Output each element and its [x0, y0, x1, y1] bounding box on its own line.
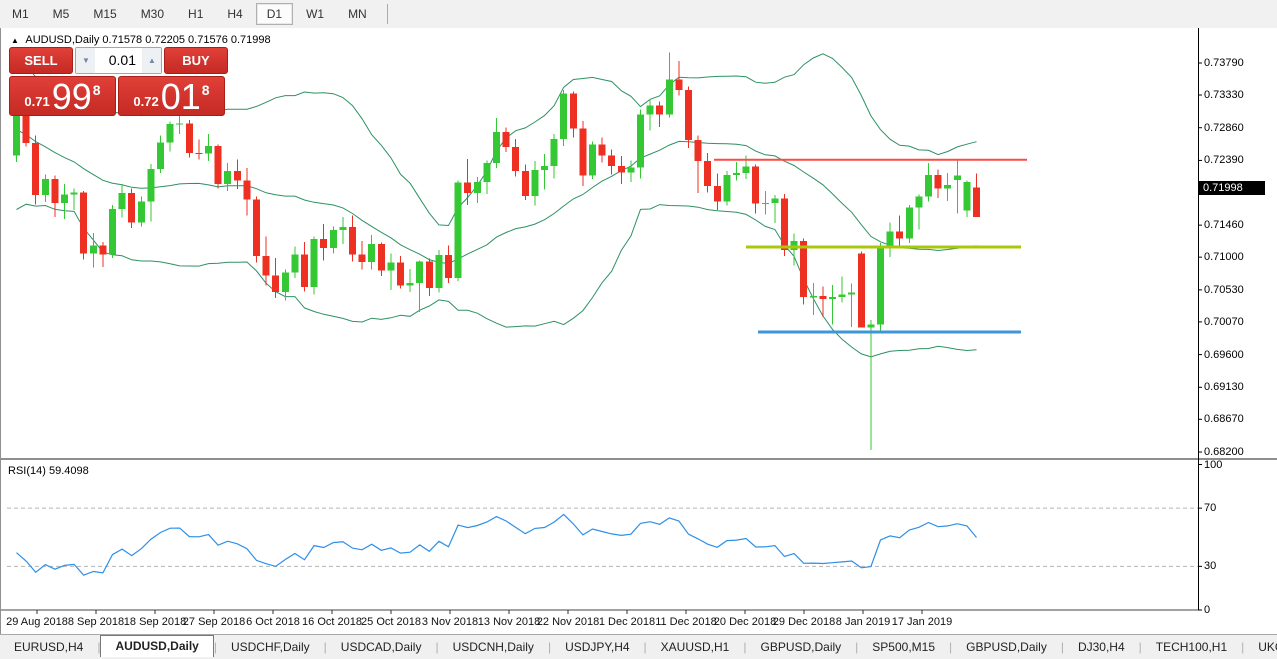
- date-axis-tick: 13 Nov 2018: [477, 616, 541, 628]
- date-axis-tick: 3 Nov 2018: [421, 616, 479, 628]
- date-axis-tick: 22 Nov 2018: [536, 616, 600, 628]
- price-axis-tick: 0.71000: [1204, 251, 1244, 264]
- date-axis-tick: 25 Oct 2018: [361, 616, 421, 628]
- toolbar-separator: [386, 4, 388, 24]
- rsi-axis-tick: 30: [1204, 560, 1217, 573]
- chart-tab-eurusd-h4[interactable]: EURUSD,H4: [0, 637, 97, 657]
- rsi-line: [16, 513, 977, 576]
- ask-price-prefix: 0.72: [133, 94, 159, 109]
- price-chart[interactable]: [1, 28, 1277, 634]
- timeframe-toolbar: M1 M5 M15 M30 H1 H4 D1 W1 MN: [0, 0, 1277, 29]
- lot-size-value[interactable]: 0.01: [95, 48, 142, 73]
- price-axis-tick: 0.73330: [1204, 89, 1244, 101]
- chart-tab-gbpusd-daily[interactable]: GBPUSD,Daily: [952, 637, 1061, 657]
- lot-decrease-button[interactable]: ▼: [76, 48, 95, 73]
- chart-tab-bar: EURUSD,H4 | AUDUSD,Daily | USDCHF,Daily | USDC…: [0, 634, 1277, 658]
- date-axis-tick: 18 Sep 2018: [123, 616, 187, 628]
- ask-price-pipette: 8: [201, 82, 210, 98]
- collapse-triangle-icon[interactable]: ▲: [11, 36, 19, 45]
- rsi-axis-tick: 100: [1204, 458, 1223, 471]
- date-axis-tick: 11 Dec 2018: [655, 616, 717, 628]
- timeframe-button-w1[interactable]: W1: [295, 3, 335, 25]
- timeframe-button-m15[interactable]: M15: [82, 3, 127, 25]
- chart-tab-gbpusd-daily[interactable]: GBPUSD,Daily: [746, 637, 855, 657]
- chart-tab-xauusd-h1[interactable]: XAUUSD,H1: [647, 637, 744, 657]
- timeframe-button-h1[interactable]: H1: [177, 3, 214, 25]
- bid-price-prefix: 0.71: [24, 94, 50, 109]
- bid-price-pipette: 8: [92, 82, 101, 98]
- bid-price-big: 99: [51, 76, 92, 117]
- date-axis-tick: 27 Sep 2018: [182, 616, 246, 628]
- timeframe-button-mn[interactable]: MN: [337, 3, 378, 25]
- chart-tab-usdchf-daily[interactable]: USDCHF,Daily: [217, 637, 324, 657]
- chart-tab-usdcad-daily[interactable]: USDCAD,Daily: [327, 637, 436, 657]
- price-axis-tick: 0.70530: [1204, 283, 1244, 296]
- chart-tab-usdcnh-daily[interactable]: USDCNH,Daily: [439, 637, 548, 657]
- price-axis-tick: 0.68200: [1204, 446, 1244, 459]
- timeframe-button-d1[interactable]: D1: [255, 3, 294, 25]
- sell-button[interactable]: SELL: [9, 47, 73, 74]
- price-axis-tick: 0.72860: [1204, 121, 1244, 134]
- chart-ohlc-values: 0.71578 0.72205 0.71576 0.71998: [102, 34, 271, 46]
- indicator-label: RSI(14) 59.4098: [8, 465, 89, 477]
- timeframe-button-m30[interactable]: M30: [130, 3, 175, 25]
- trading-platform-window: M1 M5 M15 M30 H1 H4 D1 W1 MN ▲ AUDUSD,Daily 0.71…: [0, 0, 1277, 659]
- price-axis-tick: 0.71460: [1204, 219, 1244, 232]
- price-axis-tick: 0.69130: [1204, 381, 1244, 394]
- current-price-badge: 0.71998: [1199, 180, 1265, 195]
- chart-window: ▲ AUDUSD,Daily 0.71578 0.72205 0.71576 0…: [0, 28, 1277, 634]
- date-axis-tick: 6 Oct 2018: [246, 616, 300, 628]
- date-axis-tick: 17 Jan 2019: [891, 616, 953, 628]
- timeframe-button-m5[interactable]: M5: [42, 3, 81, 25]
- rsi-axis-tick: 70: [1204, 502, 1217, 515]
- price-axis-tick: 0.70070: [1204, 315, 1244, 328]
- one-click-trading-panel: SELL ▼ 0.01 ▲ BUY 0.71 99 8 0.72 01 8: [9, 47, 228, 116]
- rsi-axis-tick: 0: [1204, 604, 1211, 616]
- lot-increase-button[interactable]: ▲: [142, 48, 161, 73]
- date-axis-tick: 1 Dec 2018: [598, 616, 656, 628]
- chart-tab-audusd-daily[interactable]: AUDUSD,Daily: [100, 635, 214, 657]
- date-axis-tick: 8 Jan 2019: [835, 616, 891, 628]
- sell-price-button[interactable]: 0.71 99 8: [9, 76, 116, 116]
- lot-size-spinner: ▼ 0.01 ▲: [75, 47, 162, 74]
- chart-symbol-label: AUDUSD,Daily: [25, 34, 100, 46]
- ask-price-big: 01: [160, 76, 201, 117]
- price-axis-tick: 0.72390: [1204, 154, 1244, 167]
- price-axis-tick: 0.73790: [1204, 56, 1244, 69]
- chart-tab-sp500-m15[interactable]: SP500,M15: [858, 637, 949, 657]
- timeframe-button-h4[interactable]: H4: [216, 3, 253, 25]
- price-axis-tick: 0.69600: [1204, 348, 1244, 361]
- chart-tab-tech100-h1[interactable]: TECH100,H1: [1142, 637, 1241, 657]
- chart-tab-usdjpy-h4[interactable]: USDJPY,H4: [551, 637, 643, 657]
- date-axis-tick: 8 Sep 2018: [67, 616, 125, 628]
- chart-tab-dj30-h4[interactable]: DJ30,H4: [1064, 637, 1139, 657]
- chart-title: ▲ AUDUSD,Daily 0.71578 0.72205 0.71576 0…: [11, 34, 271, 46]
- date-axis-tick: 29 Dec 2018: [772, 616, 836, 628]
- timeframe-button-m1[interactable]: M1: [1, 3, 40, 25]
- date-axis-tick: 20 Dec 2018: [713, 616, 777, 628]
- date-axis-tick: 16 Oct 2018: [302, 616, 362, 628]
- date-axis-tick: 29 Aug 2018: [6, 616, 68, 628]
- buy-button[interactable]: BUY: [164, 47, 228, 74]
- buy-price-button[interactable]: 0.72 01 8: [118, 76, 225, 116]
- price-axis-tick: 0.68670: [1204, 413, 1244, 426]
- chart-tab-ukoil-h1[interactable]: UKOil,H1: [1244, 637, 1277, 657]
